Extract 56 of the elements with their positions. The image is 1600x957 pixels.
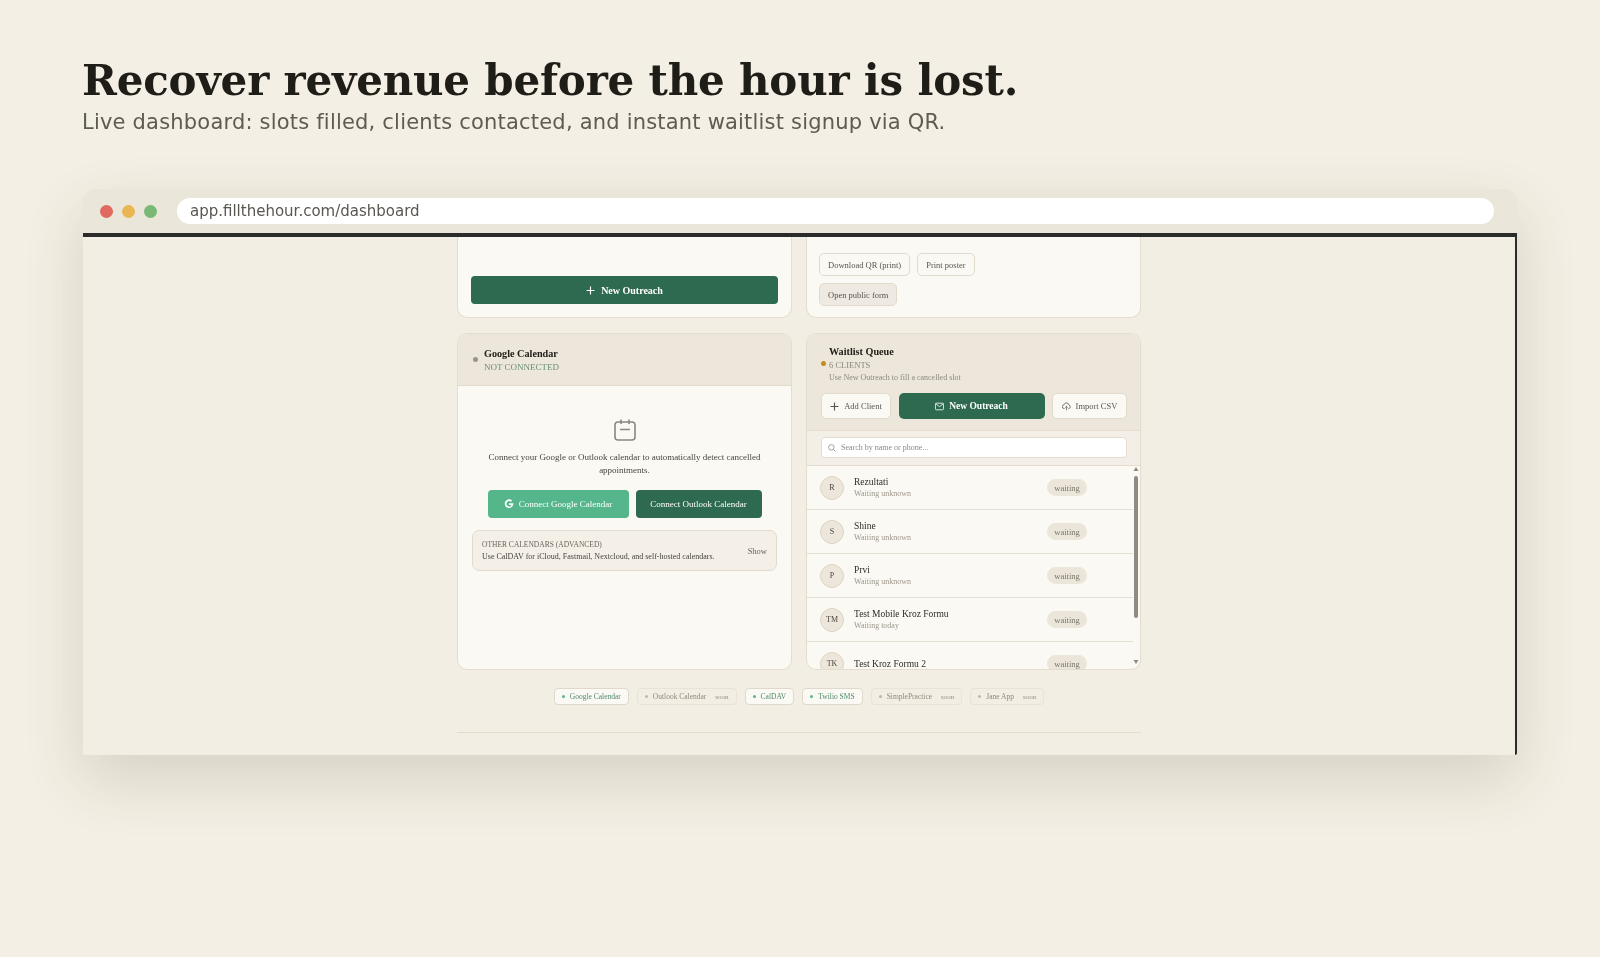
client-name: Test Mobile Kroz Formu <box>854 608 950 620</box>
card-title: Google Calendar <box>484 347 559 361</box>
status-dot-icon <box>821 361 826 366</box>
status-dot-icon <box>752 695 756 698</box>
subheadline: Live dashboard: slots filled, clients contacted, and instant waitlist signup via QR. <box>82 109 946 135</box>
search-field[interactable]: Search by name or phone... <box>821 437 1127 458</box>
mail-icon <box>935 401 945 411</box>
waiting-time: Waiting unknown <box>854 576 912 587</box>
avatar: P <box>820 563 844 588</box>
avatar: TK <box>820 651 844 669</box>
waiting-time: Waiting unknown <box>854 488 912 499</box>
calendar-message: Connect your Google or Outlook calendar to automatically detect cancelled appointments. <box>487 451 762 477</box>
client-name: Rezultati <box>854 476 890 488</box>
client-name: Shine <box>854 520 877 532</box>
client-name: Prvi <box>854 564 871 576</box>
connect-outlook-button[interactable]: Connect Outlook Calendar <box>635 490 762 518</box>
waitlist-hint: Use New Outreach to fill a cancelled slot <box>829 372 962 384</box>
status-dot-icon <box>561 695 565 698</box>
status-tag: waiting <box>1047 655 1087 669</box>
avatar: S <box>820 519 844 544</box>
plus-icon <box>830 401 840 411</box>
client-count: 6 CLIENTS <box>829 359 871 372</box>
waiting-time: Waiting unknown <box>854 532 912 543</box>
avatar: TM <box>820 607 844 632</box>
qr-action-button[interactable]: Print poster <box>917 253 975 276</box>
headline: Recover revenue before the hour is lost. <box>82 55 1019 107</box>
window-control-icon[interactable] <box>122 204 135 218</box>
import-csv-button[interactable]: Import CSV <box>1052 393 1127 419</box>
plus-icon <box>586 285 596 295</box>
status-tag: waiting <box>1047 611 1087 628</box>
cloud-upload-icon <box>1061 401 1071 411</box>
avatar: R <box>820 475 844 500</box>
window-control-icon[interactable] <box>144 204 157 218</box>
advanced-description: Use CalDAV for iCloud, Fastmail, Nextcloud, and self-hosted calendars. <box>482 550 715 563</box>
waiting-time: Waiting today <box>854 620 900 631</box>
window-control-icon[interactable] <box>100 204 113 218</box>
new-outreach-button[interactable]: New Outreach <box>898 393 1045 419</box>
calendar-icon <box>613 419 636 441</box>
qr-action-button[interactable]: Open public form <box>819 283 898 306</box>
address-bar[interactable]: app.fillthehour.com/dashboard <box>177 198 1494 224</box>
card-title: Waitlist Queue <box>829 345 895 359</box>
show-toggle[interactable]: Show <box>747 545 767 556</box>
client-name: Test Kroz Formu 2 <box>854 657 927 669</box>
qr-action-button[interactable]: Download QR (print) <box>819 253 911 276</box>
status-dot-icon <box>810 695 814 698</box>
google-g-icon <box>503 499 514 509</box>
status-dot-icon <box>978 695 982 698</box>
status-tag: waiting <box>1047 567 1087 584</box>
status-tag: waiting <box>1047 523 1087 540</box>
status-dot-icon <box>878 695 882 698</box>
status-dot-icon <box>644 695 648 698</box>
add-client-button[interactable]: Add Client <box>821 393 891 419</box>
search-icon <box>828 443 836 452</box>
connection-status: NOT CONNECTED <box>484 361 560 373</box>
new-outreach-button[interactable]: New Outreach <box>471 276 778 304</box>
status-tag: waiting <box>1047 479 1087 496</box>
